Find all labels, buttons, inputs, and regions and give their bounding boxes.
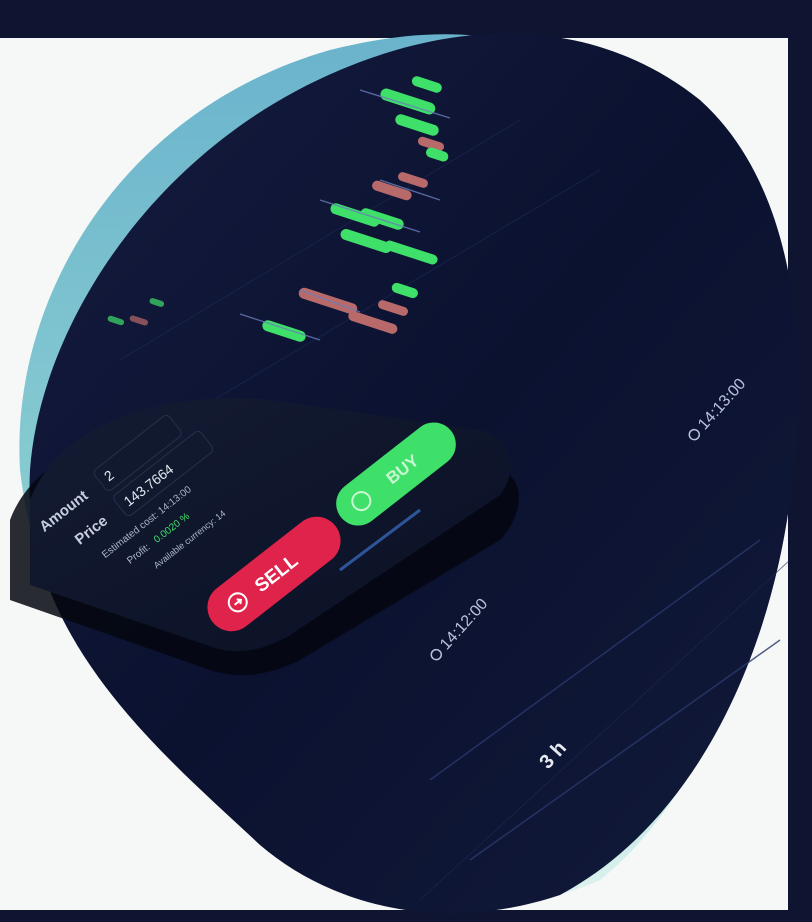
trading-photo: Amount 2 Price 143.7664 Estimated cost: … <box>10 33 799 914</box>
